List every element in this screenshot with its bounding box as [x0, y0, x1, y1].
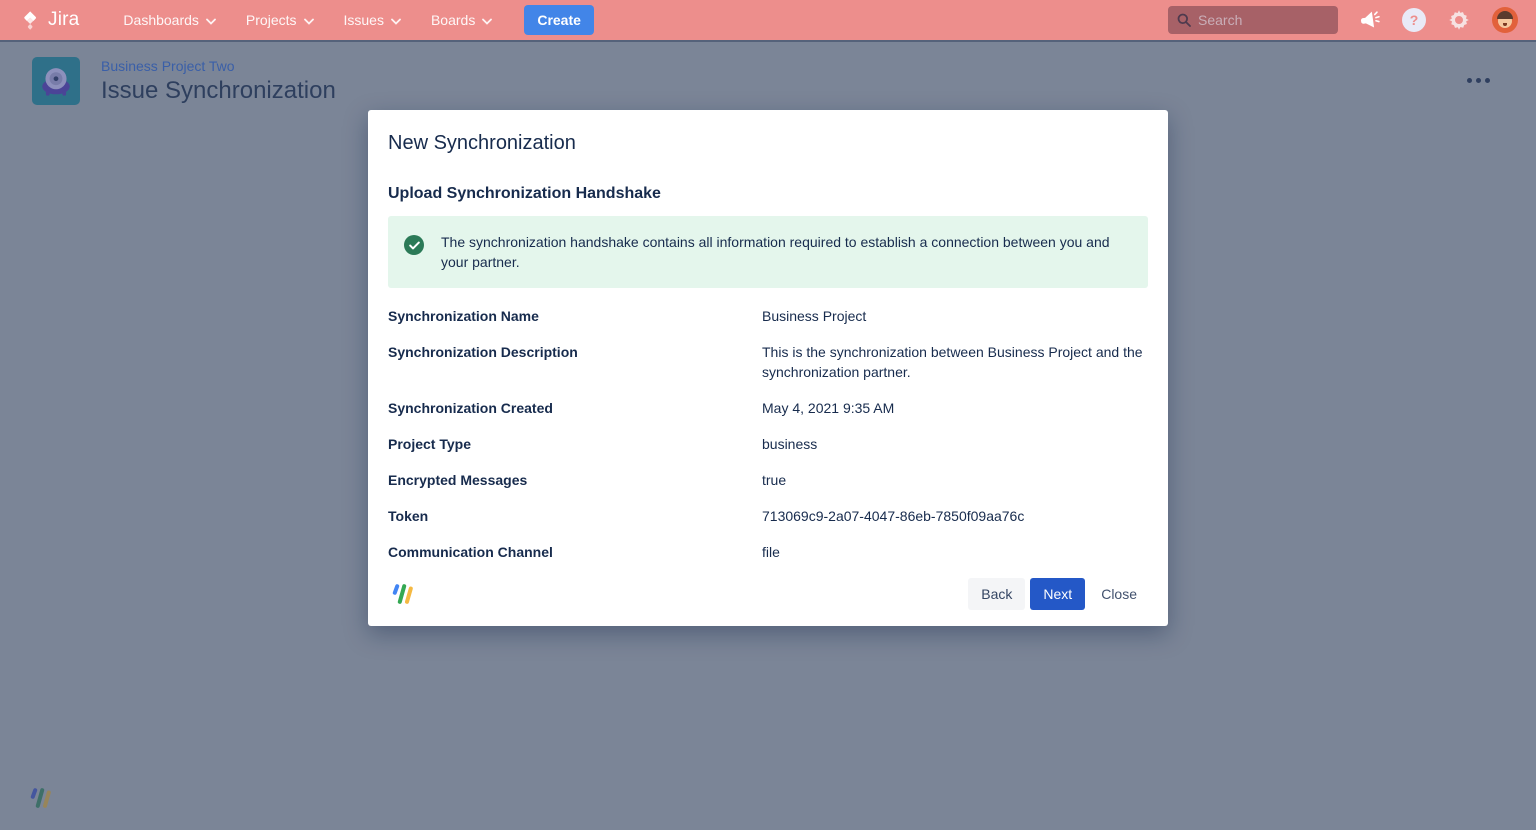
field-value: Business Project	[762, 306, 866, 326]
more-options-button[interactable]	[1461, 72, 1496, 89]
dialog-title: New Synchronization	[388, 132, 1148, 155]
close-button[interactable]: Close	[1090, 578, 1148, 610]
field-value: business	[762, 434, 817, 454]
field-label: Token	[388, 506, 762, 526]
project-avatar-icon	[32, 57, 80, 105]
next-button[interactable]: Next	[1030, 578, 1085, 610]
field-label: Synchronization Created	[388, 398, 762, 418]
nav-projects[interactable]: Projects	[246, 12, 314, 28]
check-circle-icon	[404, 235, 424, 255]
navbar-right: ?	[1168, 6, 1518, 34]
chevron-down-icon	[304, 12, 314, 28]
nav-boards-label: Boards	[431, 12, 475, 28]
field-label: Project Type	[388, 434, 762, 454]
field-value: file	[762, 542, 780, 562]
nav-dashboards-label: Dashboards	[123, 12, 199, 28]
back-button[interactable]: Back	[968, 578, 1025, 610]
field-row-description: Synchronization Description This is the …	[388, 342, 1148, 382]
help-button[interactable]: ?	[1402, 8, 1426, 32]
nav-dashboards[interactable]: Dashboards	[123, 12, 216, 28]
app-slashes-logo-icon	[388, 583, 414, 605]
user-avatar	[1492, 7, 1518, 33]
dialog-actions: Back Next Close	[968, 578, 1148, 610]
field-row-channel: Communication Channel file	[388, 542, 1148, 562]
field-row-encrypted: Encrypted Messages true	[388, 470, 1148, 490]
field-label: Encrypted Messages	[388, 470, 762, 490]
search-box[interactable]	[1168, 6, 1338, 34]
nav-projects-label: Projects	[246, 12, 297, 28]
nav-boards[interactable]: Boards	[431, 12, 492, 28]
search-input[interactable]	[1198, 12, 1329, 28]
field-row-token: Token 713069c9-2a07-4047-86eb-7850f09aa7…	[388, 506, 1148, 526]
field-row-name: Synchronization Name Business Project	[388, 306, 1148, 326]
field-value: May 4, 2021 9:35 AM	[762, 398, 894, 418]
ellipsis-icon	[1467, 78, 1472, 83]
app-slashes-logo-dimmed-icon	[26, 787, 52, 814]
field-value: 713069c9-2a07-4047-86eb-7850f09aa76c	[762, 506, 1024, 526]
settings-button[interactable]	[1447, 8, 1471, 32]
search-icon	[1177, 13, 1191, 27]
page-header-text: Business Project Two Issue Synchronizati…	[101, 58, 336, 105]
chevron-down-icon	[206, 12, 216, 28]
breadcrumb-project-link[interactable]: Business Project Two	[101, 58, 336, 74]
megaphone-icon	[1358, 8, 1383, 33]
field-value: true	[762, 470, 786, 490]
field-row-created: Synchronization Created May 4, 2021 9:35…	[388, 398, 1148, 418]
announcements-button[interactable]	[1359, 9, 1381, 31]
main-navigation: Dashboards Projects Issues Boards	[123, 12, 492, 28]
chevron-down-icon	[482, 12, 492, 28]
brand-name: Jira	[48, 9, 79, 31]
chevron-down-icon	[391, 12, 401, 28]
top-navbar: Jira Dashboards Projects Issues Boards C…	[0, 0, 1536, 40]
page-title: Issue Synchronization	[101, 77, 336, 105]
field-label: Communication Channel	[388, 542, 762, 562]
nav-issues[interactable]: Issues	[344, 12, 401, 28]
field-label: Synchronization Name	[388, 306, 762, 326]
field-row-project-type: Project Type business	[388, 434, 1148, 454]
nav-issues-label: Issues	[344, 12, 384, 28]
help-icon: ?	[1402, 8, 1426, 32]
gear-icon	[1447, 8, 1471, 32]
dialog-footer: Back Next Close	[388, 578, 1148, 610]
success-info-panel: The synchronization handshake contains a…	[388, 216, 1148, 288]
field-value: This is the synchronization between Busi…	[762, 342, 1144, 382]
dialog-section-heading: Upload Synchronization Handshake	[388, 185, 1148, 203]
synchronization-summary: Synchronization Name Business Project Sy…	[388, 306, 1148, 562]
user-menu-button[interactable]	[1492, 7, 1518, 33]
create-button[interactable]: Create	[524, 5, 594, 35]
info-message: The synchronization handshake contains a…	[441, 232, 1131, 272]
page-header: Business Project Two Issue Synchronizati…	[32, 57, 336, 105]
jira-logo[interactable]: Jira	[20, 9, 79, 31]
jira-mark-icon	[20, 10, 41, 31]
new-synchronization-dialog: New Synchronization Upload Synchronizati…	[368, 110, 1168, 626]
field-label: Synchronization Description	[388, 342, 762, 382]
